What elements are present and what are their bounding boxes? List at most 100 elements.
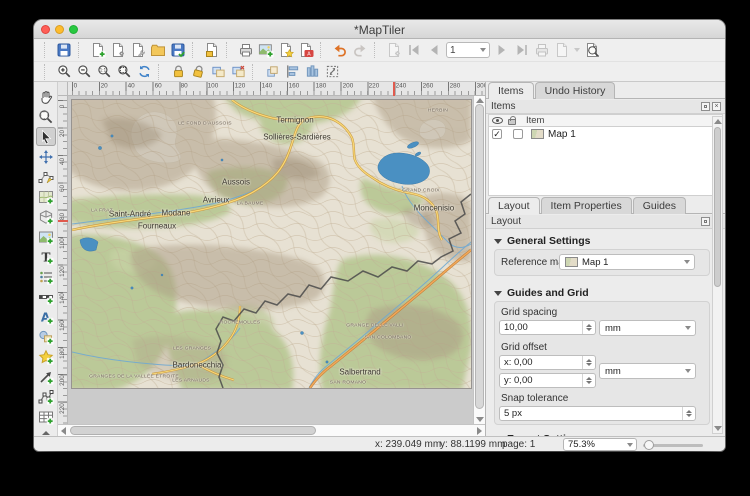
scroll-up-arrow-icon[interactable] xyxy=(714,119,722,124)
add-shape-button[interactable] xyxy=(36,327,56,346)
open-template-button[interactable] xyxy=(148,41,168,60)
export-pdf-icon: A xyxy=(298,42,314,58)
ungroup-items-button[interactable] xyxy=(228,62,248,81)
float-panel-button[interactable] xyxy=(701,102,710,111)
items-list-row[interactable]: ✓ Map 1 xyxy=(489,127,722,141)
zoom-actual-size-button[interactable]: 1:1 xyxy=(94,62,114,81)
print-atlas-button[interactable] xyxy=(532,41,552,60)
atlas-previous-feature-button[interactable] xyxy=(424,41,444,60)
map-item[interactable]: TermignonSollières-SardièresAussoisAvrie… xyxy=(72,100,471,388)
zoom-full-extent-button[interactable] xyxy=(114,62,134,81)
panel-scrollbar-thumb[interactable] xyxy=(714,127,721,287)
dock-tab[interactable]: Undo History xyxy=(535,82,616,99)
lock-icon xyxy=(171,64,186,79)
add-node-item-button[interactable] xyxy=(36,387,56,406)
float-panel-button[interactable] xyxy=(701,217,710,226)
export-atlas-button[interactable] xyxy=(552,41,572,60)
visibility-checkbox[interactable]: ✓ xyxy=(492,129,502,139)
save-button[interactable] xyxy=(54,41,74,60)
raise-items-button[interactable] xyxy=(262,62,282,81)
vertical-scrollbar[interactable] xyxy=(473,96,485,424)
title-bar[interactable]: *MapTiler xyxy=(34,20,725,39)
dock-tab[interactable]: Items xyxy=(488,82,534,99)
spinner-buttons[interactable] xyxy=(582,374,595,387)
reference-map-combo[interactable]: Map 1 xyxy=(559,254,695,270)
redo-button[interactable] xyxy=(350,41,370,60)
select-move-item-button[interactable] xyxy=(36,127,56,146)
lock-selected-items-button[interactable] xyxy=(168,62,188,81)
align-items-button[interactable] xyxy=(282,62,302,81)
cursor-x-marker xyxy=(393,82,395,96)
distribute-items-button[interactable] xyxy=(302,62,322,81)
edit-nodes-item-button[interactable] xyxy=(36,167,56,186)
zoom-in-button[interactable] xyxy=(54,62,74,81)
grid-offset-y-input[interactable]: y: 0,00 xyxy=(499,373,596,388)
vertical-scrollbar-thumb[interactable] xyxy=(475,104,484,409)
spinner-buttons[interactable] xyxy=(582,356,595,369)
unlock-all-items-button[interactable] xyxy=(188,62,208,81)
add-3d-map-button[interactable] xyxy=(36,207,56,226)
general-settings-section[interactable]: General Settings xyxy=(494,235,590,247)
scroll-up-arrow-icon[interactable] xyxy=(476,98,484,103)
close-panel-button[interactable]: × xyxy=(712,102,721,111)
atlas-next-feature-button[interactable] xyxy=(492,41,512,60)
atlas-feature-number-input[interactable]: 1 xyxy=(446,42,490,58)
add-pages-button[interactable] xyxy=(202,41,222,60)
zoom-out-button[interactable] xyxy=(74,62,94,81)
undo-button[interactable] xyxy=(330,41,350,60)
lock-checkbox[interactable] xyxy=(513,129,523,139)
dock-tab[interactable]: Layout xyxy=(488,197,540,214)
add-north-arrow-button[interactable] xyxy=(36,307,56,326)
export-pdf-button[interactable]: A xyxy=(296,41,316,60)
zoom-level-combo[interactable]: 75.3% xyxy=(563,438,637,451)
add-picture-button[interactable] xyxy=(36,227,56,246)
refresh-view-button[interactable] xyxy=(134,62,154,81)
add-marker-button[interactable] xyxy=(36,347,56,366)
add-label-button[interactable] xyxy=(36,247,56,266)
preview-atlas-button[interactable] xyxy=(582,41,602,60)
scroll-left-arrow-icon[interactable] xyxy=(61,427,66,435)
zoom-slider-knob[interactable] xyxy=(644,440,654,450)
vertical-ruler[interactable]: 020406080100120140160180200220240 xyxy=(58,96,68,424)
add-arrow-button[interactable] xyxy=(36,367,56,386)
grid-spacing-unit-combo[interactable]: mm xyxy=(599,320,696,336)
add-attribute-table-button[interactable] xyxy=(36,407,56,426)
pan-layout-button[interactable] xyxy=(36,87,56,106)
add-scale-bar-button[interactable] xyxy=(36,287,56,306)
grid-offset-x-input[interactable]: x: 0,00 xyxy=(499,355,596,370)
new-layout-button[interactable] xyxy=(88,41,108,60)
duplicate-layout-button[interactable] xyxy=(108,41,128,60)
atlas-last-feature-button[interactable] xyxy=(512,41,532,60)
dock-tab[interactable]: Guides xyxy=(633,197,686,214)
resize-items-button[interactable] xyxy=(322,62,342,81)
save-as-template-button[interactable] xyxy=(168,41,188,60)
dock-tab[interactable]: Item Properties xyxy=(541,197,632,214)
spinner-buttons[interactable] xyxy=(682,407,695,420)
scroll-right-arrow-icon[interactable] xyxy=(477,427,482,435)
scroll-down-arrow-icon[interactable] xyxy=(714,426,722,431)
horizontal-scrollbar-thumb[interactable] xyxy=(70,426,316,435)
export-image-button[interactable] xyxy=(256,41,276,60)
toolbox-toolbar xyxy=(34,82,58,436)
scroll-down-arrow-icon[interactable] xyxy=(476,417,484,422)
horizontal-scrollbar[interactable] xyxy=(58,424,485,436)
grid-offset-unit-combo[interactable]: mm xyxy=(599,363,696,379)
atlas-first-feature-button[interactable] xyxy=(404,41,424,60)
layout-manager-button[interactable] xyxy=(128,41,148,60)
atlas-settings-button[interactable] xyxy=(384,41,404,60)
snap-tolerance-input[interactable]: 5 px xyxy=(499,406,696,421)
horizontal-ruler[interactable]: 0204060801001201401601802002202402602803… xyxy=(68,82,485,96)
add-legend-button[interactable] xyxy=(36,267,56,286)
guides-and-grid-section[interactable]: Guides and Grid xyxy=(494,287,589,299)
grid-spacing-input[interactable]: 10,00 xyxy=(499,320,596,335)
export-svg-button[interactable] xyxy=(276,41,296,60)
zoom-slider[interactable] xyxy=(643,444,703,447)
zoom-tool-button[interactable] xyxy=(36,107,56,126)
export-atlas-dropdown-arrow-icon[interactable] xyxy=(574,48,580,52)
add-map-button[interactable] xyxy=(36,187,56,206)
panel-scrollbar[interactable] xyxy=(712,116,723,434)
move-item-content-button[interactable] xyxy=(36,147,56,166)
print-button[interactable] xyxy=(236,41,256,60)
group-items-button[interactable] xyxy=(208,62,228,81)
spinner-buttons[interactable] xyxy=(582,321,595,334)
